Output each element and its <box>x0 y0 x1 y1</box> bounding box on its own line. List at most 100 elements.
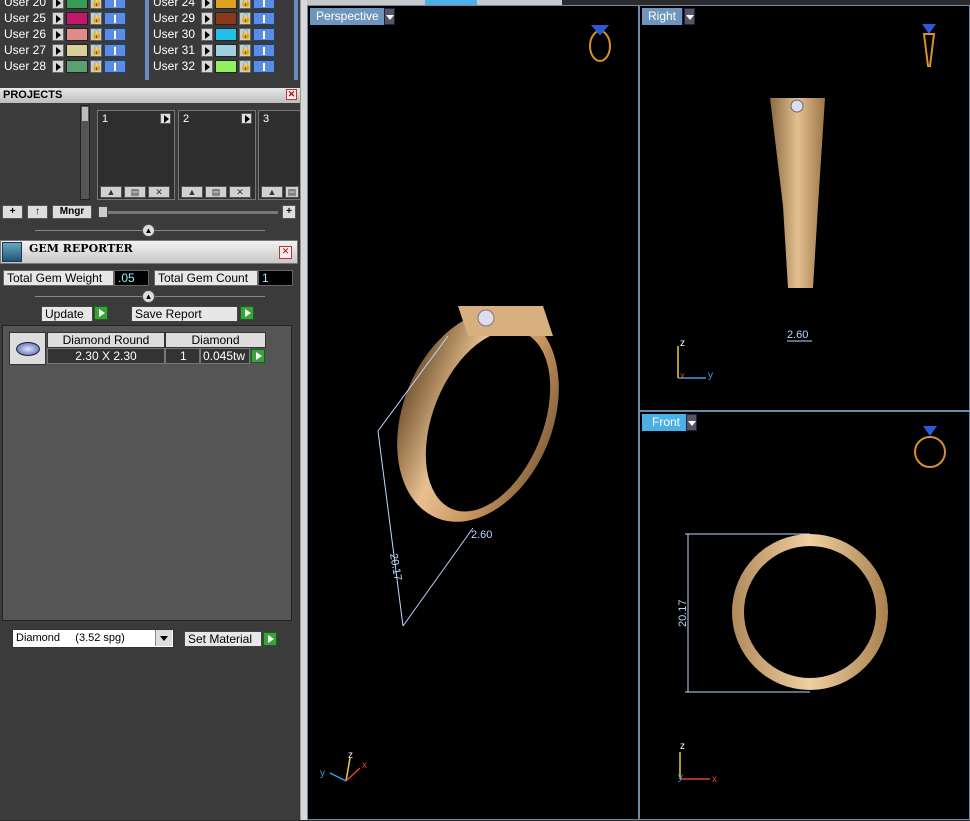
save-icon[interactable]: ▤ <box>285 186 299 198</box>
zoom-slider-track[interactable] <box>98 211 278 214</box>
add-button[interactable]: + <box>2 205 23 219</box>
play-icon[interactable] <box>201 0 213 9</box>
visibility-toggle[interactable] <box>253 59 275 73</box>
lock-icon[interactable]: 🔓 <box>239 27 251 41</box>
play-icon[interactable] <box>52 59 64 73</box>
save-icon[interactable]: ▤ <box>205 186 227 198</box>
gem-thumbnail[interactable] <box>9 332 46 365</box>
set-material-button[interactable]: Set Material <box>184 631 262 647</box>
chevron-down-icon[interactable] <box>155 630 172 646</box>
upload-icon[interactable]: ▲ <box>261 186 283 198</box>
total-gem-count-value: 1 <box>258 270 293 286</box>
save-icon[interactable]: ▤ <box>124 186 146 198</box>
layer-row[interactable]: User 25 🔓 <box>0 10 145 26</box>
play-icon[interactable] <box>201 43 213 57</box>
upload-icon[interactable]: ▲ <box>181 186 203 198</box>
project-slot[interactable]: 1 ▲ ▤ ✕ <box>97 110 175 200</box>
play-icon[interactable] <box>251 349 265 363</box>
play-icon[interactable] <box>52 43 64 57</box>
layer-row[interactable]: User 26 🔓 <box>0 26 145 42</box>
lock-icon[interactable]: 🔓 <box>90 0 102 9</box>
layer-color-swatch[interactable] <box>66 0 88 9</box>
play-icon[interactable] <box>241 113 252 124</box>
axis-y-label: y <box>320 768 325 779</box>
active-tab[interactable] <box>425 0 477 5</box>
collapse-icon[interactable]: ▲ <box>142 290 155 303</box>
lock-icon[interactable]: 🔓 <box>239 11 251 25</box>
layer-row[interactable]: User 30 🔓 <box>149 26 294 42</box>
project-slot[interactable]: 2 ▲ ▤ ✕ <box>178 110 256 200</box>
lock-icon[interactable]: 🔓 <box>90 11 102 25</box>
layer-color-swatch[interactable] <box>215 11 237 25</box>
right-scene: 2.60 z y x <box>677 24 936 382</box>
layer-color-swatch[interactable] <box>66 27 88 41</box>
collapse-icon[interactable]: ▲ <box>142 224 155 237</box>
visibility-toggle[interactable] <box>104 0 126 9</box>
axis-x-label: x <box>362 760 367 771</box>
visibility-toggle[interactable] <box>253 27 275 41</box>
close-icon[interactable]: ✕ <box>279 246 292 259</box>
top-tab-strip[interactable] <box>307 0 562 5</box>
play-icon[interactable] <box>240 306 254 320</box>
layer-name: User 28 <box>4 59 47 73</box>
layer-color-swatch[interactable] <box>215 27 237 41</box>
play-icon[interactable] <box>263 632 277 646</box>
lock-icon[interactable]: 🔓 <box>90 59 102 73</box>
layer-color-swatch[interactable] <box>66 11 88 25</box>
layer-color-swatch[interactable] <box>215 59 237 73</box>
layer-color-swatch[interactable] <box>215 0 237 9</box>
axis-x-label: x <box>680 371 685 382</box>
axis-z-label: z <box>680 741 685 752</box>
play-icon[interactable] <box>52 0 64 9</box>
right-viewport[interactable]: Right 2.60 z y x <box>639 5 970 411</box>
layer-color-swatch[interactable] <box>66 59 88 73</box>
left-panel: User 20 🔓 User 25 🔓 User 26 🔓 User 27 🔓 <box>0 0 300 820</box>
project-slot[interactable]: 3 ▲ ▤ <box>258 110 300 200</box>
update-button[interactable]: Update <box>41 306 93 322</box>
lock-icon[interactable]: 🔓 <box>90 43 102 57</box>
visibility-toggle[interactable] <box>253 11 275 25</box>
play-icon[interactable] <box>201 59 213 73</box>
add-button[interactable]: + <box>282 205 296 219</box>
layer-row[interactable]: User 31 🔓 <box>149 42 294 58</box>
zoom-slider-handle[interactable] <box>98 206 108 218</box>
layer-row[interactable]: User 20 🔓 <box>0 0 145 10</box>
play-icon[interactable] <box>52 27 64 41</box>
perspective-viewport[interactable]: Perspective 20.17 2.60 z x y <box>307 5 639 820</box>
visibility-toggle[interactable] <box>253 0 275 9</box>
visibility-toggle[interactable] <box>104 59 126 73</box>
layer-color-swatch[interactable] <box>66 43 88 57</box>
visibility-toggle[interactable] <box>104 43 126 57</box>
layer-color-swatch[interactable] <box>215 43 237 57</box>
play-icon[interactable] <box>201 27 213 41</box>
visibility-toggle[interactable] <box>104 11 126 25</box>
projects-scrollbar[interactable] <box>80 105 90 200</box>
lock-icon[interactable]: 🔓 <box>239 0 251 9</box>
close-icon[interactable]: ✕ <box>286 89 297 100</box>
material-select[interactable]: Diamond (3.52 spg) <box>12 629 174 648</box>
front-viewport[interactable]: Front 20.17 z x y <box>639 411 970 820</box>
delete-icon[interactable]: ✕ <box>229 186 251 198</box>
layer-row[interactable]: User 32 🔓 <box>149 58 294 74</box>
play-icon[interactable] <box>94 306 108 320</box>
play-icon[interactable] <box>201 11 213 25</box>
layer-row[interactable]: User 28 🔓 <box>0 58 145 74</box>
layer-row[interactable]: User 29 🔓 <box>149 10 294 26</box>
layer-row[interactable]: User 24 🔓 <box>149 0 294 10</box>
layer-name: User 30 <box>153 27 196 41</box>
visibility-toggle[interactable] <box>253 43 275 57</box>
play-icon[interactable] <box>52 11 64 25</box>
lock-icon[interactable]: 🔓 <box>239 43 251 57</box>
total-gem-weight-label: Total Gem Weight <box>3 270 114 286</box>
layer-row[interactable]: User 27 🔓 <box>0 42 145 58</box>
lock-icon[interactable]: 🔓 <box>90 27 102 41</box>
save-report-button[interactable]: Save Report <box>131 306 238 322</box>
upload-icon[interactable]: ▲ <box>100 186 122 198</box>
up-arrow-icon[interactable]: ↑ <box>27 205 48 219</box>
delete-icon[interactable]: ✕ <box>148 186 170 198</box>
visibility-toggle[interactable] <box>104 27 126 41</box>
panel-splitter[interactable] <box>300 0 307 820</box>
play-icon[interactable] <box>160 113 171 124</box>
lock-icon[interactable]: 🔓 <box>239 59 251 73</box>
manager-button[interactable]: Mngr <box>52 205 92 219</box>
